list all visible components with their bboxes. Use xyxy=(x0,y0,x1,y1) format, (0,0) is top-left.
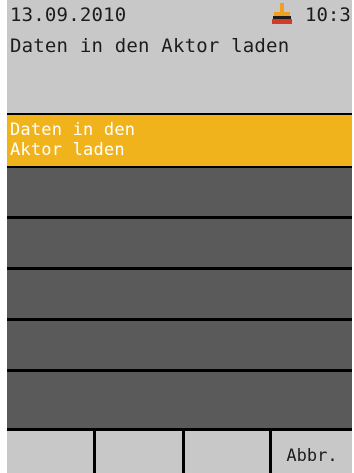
softkey-1[interactable] xyxy=(7,431,93,473)
usb-plug-icon xyxy=(272,3,292,24)
softkey-bar: Abbr. xyxy=(7,431,352,473)
device: 13.09.2010 10:38 Daten in den Aktor lade… xyxy=(0,0,354,473)
menu-item-label: Daten in den Aktor laden xyxy=(10,120,136,160)
status-header: 13.09.2010 10:38 Daten in den Aktor lade… xyxy=(7,0,352,113)
menu-item-empty-4[interactable] xyxy=(7,321,352,369)
menu-item-daten-laden[interactable]: Daten in den Aktor laden xyxy=(7,115,352,166)
menu-item-empty-3[interactable] xyxy=(7,270,352,318)
cancel-softkey[interactable]: Abbr. xyxy=(272,431,352,473)
softkey-3[interactable] xyxy=(185,431,269,473)
menu-item-empty-2[interactable] xyxy=(7,219,352,267)
softkey-2[interactable] xyxy=(96,431,182,473)
screen-title: Daten in den Aktor laden xyxy=(10,35,290,57)
menu-item-empty-1[interactable] xyxy=(7,168,352,216)
screen: 13.09.2010 10:38 Daten in den Aktor lade… xyxy=(7,0,352,473)
date-display: 13.09.2010 xyxy=(10,4,127,26)
menu-item-empty-5[interactable] xyxy=(7,372,352,428)
time-display: 10:38 xyxy=(305,4,352,26)
